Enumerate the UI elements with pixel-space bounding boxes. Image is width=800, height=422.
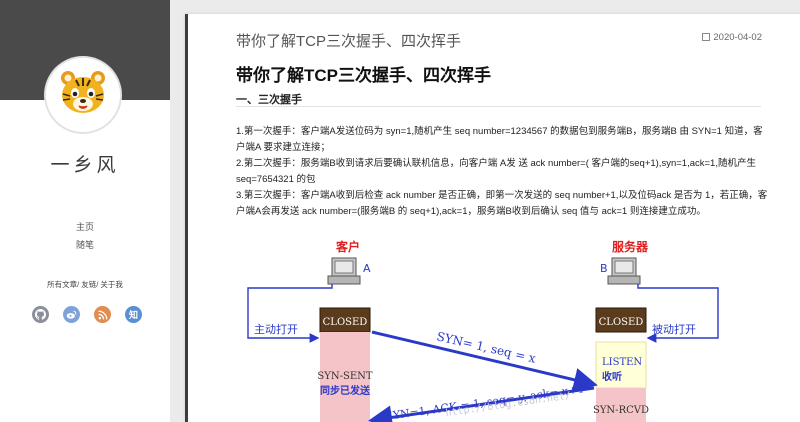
client-letter: A (363, 262, 371, 275)
sidebar-secondary-links[interactable]: 所有文章/ 友链/ 关于我 (0, 279, 170, 290)
section-heading: 一、三次握手 (236, 94, 302, 106)
server-label: 服务器 (612, 239, 649, 254)
nav-home-link[interactable]: 主页 (0, 218, 170, 236)
page: 一乡风 主页 随笔 所有文章/ 友链/ 关于我 知 带你了解TCP三次握手、四次… (0, 0, 800, 422)
nav-essays-link[interactable]: 随笔 (0, 236, 170, 254)
section-divider (236, 106, 761, 107)
rss-icon[interactable] (94, 306, 111, 323)
server-closed-label: CLOSED (599, 317, 644, 328)
listen-label: LISTEN (602, 357, 642, 368)
page-title: 带你了解TCP三次握手、四次挥手 (236, 33, 462, 50)
sidebar-nav: 主页 随笔 (0, 218, 170, 254)
site-name: 一乡风 (50, 154, 120, 176)
github-icon[interactable] (32, 306, 49, 323)
active-open-label: 主动打开 (254, 322, 298, 336)
client-computer-icon (327, 257, 361, 285)
listen-cn-label: 收听 (602, 370, 622, 383)
syn-sent-cn-label: 同步已发送 (320, 384, 371, 397)
client-label: 客户 (335, 239, 360, 254)
weibo-icon[interactable] (63, 306, 80, 323)
main-content: 带你了解TCP三次握手、四次挥手 2020-04-02 带你了解TCP三次握手、… (185, 14, 800, 422)
syn-rcvd-label: SYN-RCVD (593, 405, 649, 416)
post-date-text: 2020-04-02 (713, 32, 762, 43)
server-computer-icon (607, 257, 641, 285)
server-letter: B (600, 262, 608, 275)
avatar[interactable] (46, 58, 120, 132)
calendar-icon (702, 33, 711, 41)
post-title: 带你了解TCP三次握手、四次挥手 (236, 66, 491, 85)
zhihu-icon[interactable]: 知 (125, 306, 142, 323)
tiger-avatar-icon (46, 58, 120, 132)
post-date: 2020-04-02 (702, 32, 762, 43)
handshake-diagram: 客户 A 服务器 B CLOSED CLOSED 主动打开 被动打开 SYN-S… (240, 236, 770, 422)
paragraph-step-2: 2.第二次握手：服务端B收到请求后要确认联机信息，向客户端 A发 送 ack n… (236, 158, 756, 185)
passive-open-label: 被动打开 (652, 322, 696, 336)
client-closed-label: CLOSED (323, 317, 368, 328)
social-links: 知 (32, 306, 142, 324)
handshake-diagram-svg: 客户 A 服务器 B CLOSED CLOSED 主动打开 被动打开 SYN-S… (247, 239, 719, 422)
sidebar: 一乡风 主页 随笔 所有文章/ 友链/ 关于我 知 (0, 0, 170, 422)
paragraph-step-1: 1.第一次握手：客户端A发送位码为 syn=1,随机产生 seq number=… (236, 126, 763, 153)
syn-sent-label: SYN-SENT (317, 371, 372, 382)
paragraph-step-3: 3.第三次握手：客户端A收到后检查 ack number 是否正确，即第一次发送… (236, 190, 768, 217)
